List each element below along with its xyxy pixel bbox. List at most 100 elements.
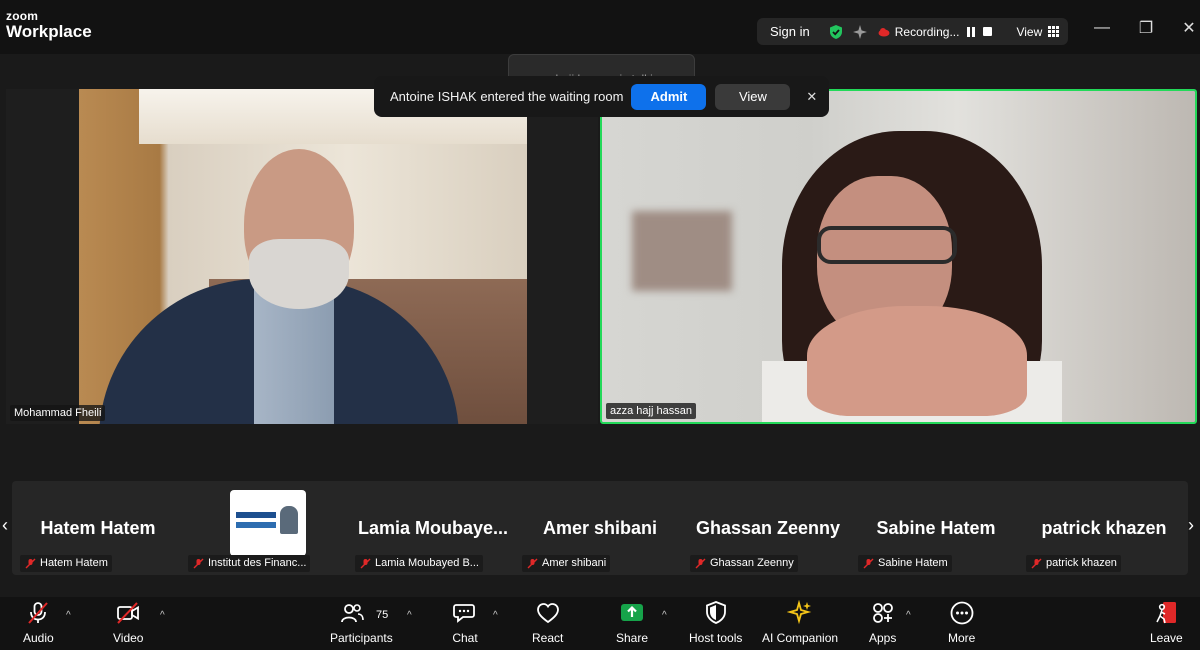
mic-muted-icon — [360, 558, 371, 569]
ai-companion-sparkle-icon — [787, 600, 812, 625]
filmstrip-prev-button[interactable]: ‹ — [2, 515, 8, 536]
chat-icon — [453, 604, 475, 623]
view-label: View — [1016, 24, 1043, 39]
ai-sparkle-icon[interactable] — [852, 24, 868, 40]
participant-display-name: patrick khazen — [1041, 518, 1167, 538]
zoom-workplace-logo: zoom Workplace — [6, 10, 92, 40]
grid-icon — [1048, 26, 1060, 37]
mic-off-icon — [28, 602, 49, 624]
participant-display-name: Amer shibani — [542, 518, 658, 538]
react-label: React — [532, 631, 564, 645]
ai-companion-button[interactable]: AI Companion — [762, 600, 838, 645]
chat-button[interactable]: Chat — [452, 600, 478, 645]
participant-label: Hatem Hatem — [20, 555, 112, 572]
participant-label: Ghassan Zeenny — [690, 555, 798, 572]
filmstrip-next-button[interactable]: › — [1188, 515, 1194, 536]
brand-workplace: Workplace — [6, 22, 92, 41]
notification-message: Antoine ISHAK entered the waiting room — [390, 89, 624, 104]
participant-tile[interactable]: Hatem Hatem Hatem Hatem — [18, 481, 178, 575]
video-feed-azza — [602, 91, 1195, 422]
video-off-icon — [117, 602, 140, 624]
participant-display-name: Ghassan Zeenny — [695, 518, 841, 538]
participant-tile[interactable]: Institut des Financ... — [186, 481, 346, 575]
mic-muted-icon — [863, 558, 874, 569]
audio-button[interactable]: Audio — [23, 600, 54, 645]
brand-zoom: zoom — [6, 9, 39, 23]
institut-logo-avatar — [230, 490, 306, 556]
mic-muted-icon — [695, 558, 706, 569]
participants-count: 75 — [376, 609, 389, 621]
sign-in-button[interactable]: Sign in — [770, 24, 810, 39]
participant-label: patrick khazen — [1026, 555, 1121, 572]
leave-door-icon — [1156, 602, 1177, 624]
restore-button[interactable]: ❐ — [1136, 18, 1156, 38]
apps-button[interactable]: Apps — [869, 600, 896, 645]
participant-display-name: Sabine Hatem — [876, 518, 996, 538]
participants-label: Participants — [330, 631, 393, 645]
title-bar: zoom Workplace Sign in Recording... View — [0, 0, 1200, 54]
shield-check-icon[interactable] — [828, 24, 844, 40]
close-window-button[interactable]: ✕ — [1179, 18, 1199, 38]
more-dots-icon — [950, 601, 974, 625]
react-button[interactable]: React — [532, 600, 563, 645]
pause-recording-icon[interactable] — [967, 26, 976, 37]
participant-tile[interactable]: Ghassan Zeenny Ghassan Zeenny — [688, 481, 848, 575]
audio-label: Audio — [23, 631, 54, 645]
stop-recording-icon[interactable] — [983, 27, 993, 36]
chat-label: Chat — [452, 631, 478, 645]
mic-muted-icon — [25, 558, 36, 569]
leave-label: Leave — [1150, 631, 1183, 645]
close-notification-button[interactable]: ✕ — [806, 89, 817, 105]
video-feed-mohammad — [79, 89, 527, 424]
participant-label: Sabine Hatem — [858, 555, 952, 572]
apps-label: Apps — [869, 631, 897, 645]
participant-tile[interactable]: Lamia Moubaye... Lamia Moubayed B... — [353, 481, 513, 575]
participants-options-caret[interactable]: ^ — [407, 610, 412, 621]
video-label: Video — [113, 631, 144, 645]
participant-display-name: Hatem Hatem — [40, 518, 156, 538]
participant-tile[interactable]: Amer shibani Amer shibani — [520, 481, 680, 575]
host-shield-icon — [705, 601, 726, 624]
participant-label: Institut des Financ... — [188, 555, 311, 572]
host-tools-label: Host tools — [689, 631, 743, 645]
video-tile-mohammad[interactable]: Mohammad Fheili — [6, 89, 598, 424]
meeting-toolbar — [0, 597, 1200, 650]
mic-muted-icon — [1031, 558, 1042, 569]
chat-options-caret[interactable]: ^ — [493, 610, 498, 621]
video-options-caret[interactable]: ^ — [160, 610, 165, 621]
leave-button[interactable]: Leave — [1150, 600, 1183, 645]
more-label: More — [948, 631, 976, 645]
participant-display-name: Lamia Moubaye... — [357, 518, 509, 538]
apps-options-caret[interactable]: ^ — [906, 610, 911, 621]
participant-name-tag: azza hajj hassan — [606, 403, 696, 419]
more-button[interactable]: More — [948, 600, 975, 645]
title-controls: Sign in Recording... View — [757, 18, 1068, 45]
participants-icon — [341, 604, 365, 623]
recording-label: Recording... — [894, 24, 960, 39]
host-tools-button[interactable]: Host tools — [689, 600, 742, 645]
participants-button[interactable]: Participants — [330, 600, 393, 645]
heart-icon — [536, 603, 559, 624]
audio-options-caret[interactable]: ^ — [66, 610, 71, 621]
participant-label: Amer shibani — [522, 555, 611, 572]
share-options-caret[interactable]: ^ — [662, 610, 667, 621]
mic-muted-icon — [193, 558, 204, 569]
minimize-button[interactable]: — — [1092, 18, 1112, 38]
view-button[interactable]: View — [1016, 24, 1060, 39]
share-button[interactable]: Share — [616, 600, 648, 645]
video-button[interactable]: Video — [113, 600, 143, 645]
participant-name-tag: Mohammad Fheili — [10, 405, 106, 421]
apps-icon — [872, 603, 893, 623]
mic-muted-icon — [527, 558, 538, 569]
view-waiting-room-button[interactable]: View — [715, 83, 791, 110]
waiting-room-notification: Antoine ISHAK entered the waiting room A… — [374, 76, 829, 117]
admit-button[interactable]: Admit — [631, 83, 707, 110]
participant-label: Lamia Moubayed B... — [355, 555, 483, 572]
participant-tile[interactable]: Sabine Hatem Sabine Hatem — [856, 481, 1016, 575]
participant-tile[interactable]: patrick khazen patrick khazen — [1024, 481, 1184, 575]
share-label: Share — [616, 631, 649, 645]
ai-companion-label: AI Companion — [762, 631, 839, 645]
cloud-recording-icon — [878, 27, 890, 36]
recording-status[interactable]: Recording... — [878, 24, 960, 39]
video-tile-azza[interactable]: azza hajj hassan — [600, 89, 1197, 424]
